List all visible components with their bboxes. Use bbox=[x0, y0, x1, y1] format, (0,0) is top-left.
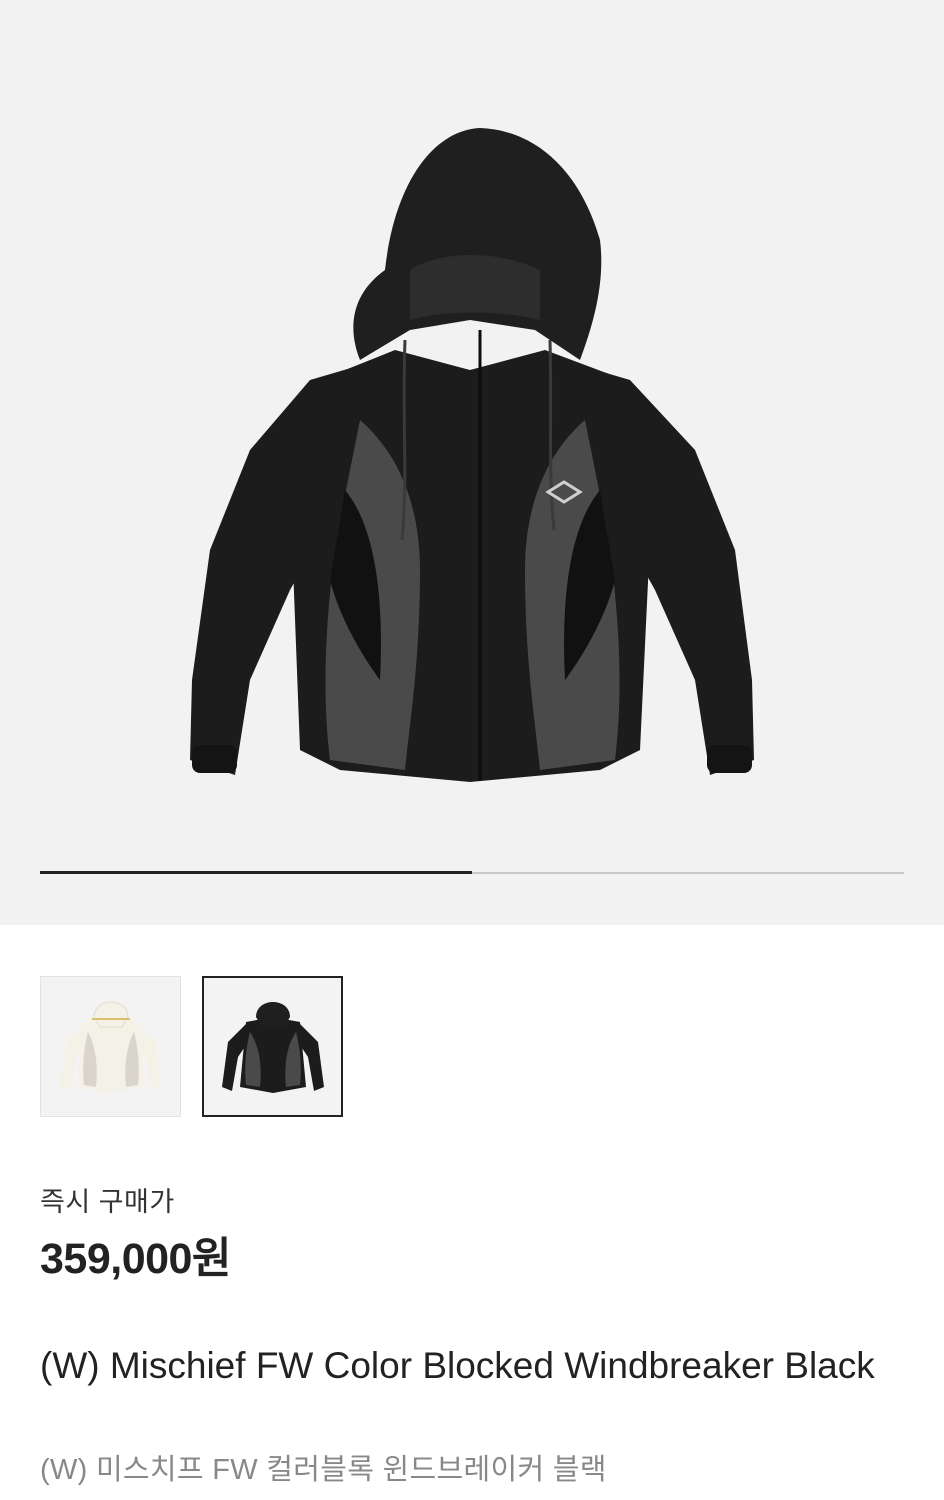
product-image-gallery[interactable] bbox=[0, 0, 944, 925]
product-title: (W) Mischief FW Color Blocked Windbreake… bbox=[40, 1345, 875, 1386]
black-jacket-thumbnail-image bbox=[221, 1001, 324, 1093]
white-jacket-thumbnail-image bbox=[59, 1001, 162, 1093]
thumbnail-white[interactable] bbox=[40, 976, 181, 1117]
color-thumbnail-list bbox=[40, 976, 343, 1117]
thumbnail-black[interactable] bbox=[202, 976, 343, 1117]
instant-buy-price: 359,000원 bbox=[40, 1235, 232, 1283]
instant-buy-price-label: 즉시 구매가 bbox=[40, 1187, 175, 1217]
product-main-image[interactable] bbox=[180, 120, 764, 790]
gallery-progress-fill bbox=[40, 871, 472, 874]
product-title-korean: (W) 미스치프 FW 컬러블록 윈드브레이커 블랙 bbox=[40, 1454, 607, 1486]
gallery-progress-bar bbox=[40, 871, 904, 874]
